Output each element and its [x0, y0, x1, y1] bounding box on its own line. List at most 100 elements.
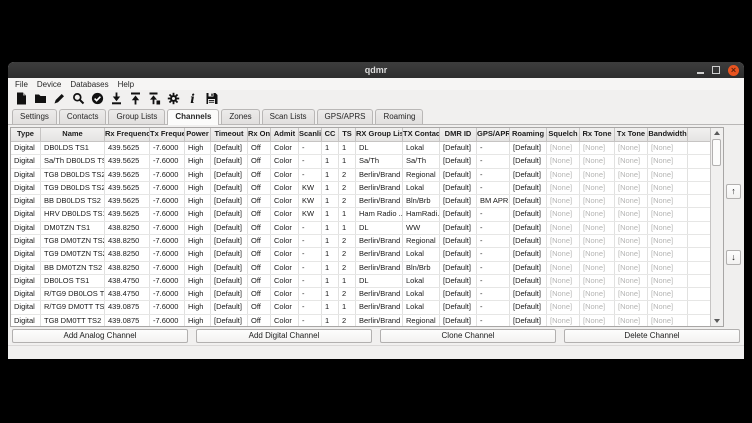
cell-roaming[interactable]: [Default]	[510, 262, 547, 274]
cell-scanlist[interactable]: KW	[299, 208, 322, 220]
cell-rx-tone[interactable]: [None]	[580, 142, 615, 154]
cell-gps-aprs[interactable]: -	[477, 275, 510, 287]
cell-timeout[interactable]: [Default]	[211, 182, 248, 194]
cell-rx-tone[interactable]: [None]	[580, 262, 615, 274]
cell-tx-contact[interactable]: WW	[403, 222, 440, 234]
cell-tx-contact[interactable]: Lokal	[403, 275, 440, 287]
cell-admit[interactable]: Color	[271, 275, 299, 287]
cell-bandwidth[interactable]: [None]	[648, 248, 688, 260]
cell-ts[interactable]: 2	[339, 315, 356, 327]
col-header-tx-contact[interactable]: TX Contact	[403, 128, 440, 141]
cell-rx-tone[interactable]: [None]	[580, 275, 615, 287]
cell-rx-only[interactable]: Off	[248, 248, 271, 260]
cell-name[interactable]: R/TG9 DB0LOS TS2	[41, 288, 105, 300]
cell-tx-contact[interactable]: Lokal	[403, 301, 440, 313]
cell-ts[interactable]: 2	[339, 195, 356, 207]
cell-bandwidth[interactable]: [None]	[648, 275, 688, 287]
cell-bandwidth[interactable]: [None]	[648, 288, 688, 300]
cell-admit[interactable]: Color	[271, 235, 299, 247]
table-row[interactable]: DigitalDB0LOS TS1438.4750-7.6000High[Def…	[11, 275, 711, 288]
cell-squelch[interactable]: [None]	[547, 155, 580, 167]
save-icon[interactable]	[204, 92, 218, 106]
cell-rx-group-list[interactable]: Berlin/Brand	[356, 301, 403, 313]
cell-dmr-id[interactable]: [Default]	[440, 301, 477, 313]
about-icon[interactable]: i	[185, 92, 199, 106]
tab-gps-aprs[interactable]: GPS/APRS	[317, 109, 374, 124]
cell-roaming[interactable]: [Default]	[510, 288, 547, 300]
cell-power[interactable]: High	[185, 248, 211, 260]
cell-gps-aprs[interactable]: -	[477, 235, 510, 247]
cell-dmr-id[interactable]: [Default]	[440, 235, 477, 247]
cell-rx-group-list[interactable]: Berlin/Brand	[356, 169, 403, 181]
cell-type[interactable]: Digital	[11, 275, 41, 287]
write-device-icon[interactable]	[128, 92, 142, 106]
cell-bandwidth[interactable]: [None]	[648, 182, 688, 194]
cell-rx-only[interactable]: Off	[248, 169, 271, 181]
close-icon[interactable]: ×	[728, 65, 739, 76]
col-header-rx-only[interactable]: Rx Only	[248, 128, 271, 141]
delete-channel-button[interactable]: Delete Channel	[564, 329, 740, 343]
cell-cc[interactable]: 1	[322, 275, 339, 287]
cell-power[interactable]: High	[185, 208, 211, 220]
cell-roaming[interactable]: [Default]	[510, 195, 547, 207]
clone-channel-button[interactable]: Clone Channel	[380, 329, 556, 343]
cell-bandwidth[interactable]: [None]	[648, 169, 688, 181]
menu-device[interactable]: Device	[37, 80, 67, 89]
cell-gps-aprs[interactable]: -	[477, 315, 510, 327]
cell-rx-frequency[interactable]: 439.5625	[105, 142, 150, 154]
cell-cc[interactable]: 1	[322, 222, 339, 234]
cell-roaming[interactable]: [Default]	[510, 155, 547, 167]
cell-name[interactable]: DB0LOS TS1	[41, 275, 105, 287]
cell-scanlist[interactable]: -	[299, 275, 322, 287]
cell-ts[interactable]: 2	[339, 288, 356, 300]
cell-dmr-id[interactable]: [Default]	[440, 248, 477, 260]
cell-rx-frequency[interactable]: 439.0875	[105, 315, 150, 327]
cell-rx-group-list[interactable]: DL	[356, 222, 403, 234]
cell-rx-only[interactable]: Off	[248, 222, 271, 234]
cell-scanlist[interactable]: -	[299, 235, 322, 247]
cell-tx-tone[interactable]: [None]	[615, 169, 648, 181]
tab-channels[interactable]: Channels	[167, 109, 219, 125]
table-row[interactable]: DigitalHRV DB0LDS TS1439.5625-7.6000High…	[11, 208, 711, 221]
cell-name[interactable]: HRV DB0LDS TS1	[41, 208, 105, 220]
cell-rx-only[interactable]: Off	[248, 195, 271, 207]
cell-scanlist[interactable]: -	[299, 288, 322, 300]
cell-cc[interactable]: 1	[322, 315, 339, 327]
cell-scanlist[interactable]: -	[299, 222, 322, 234]
cell-gps-aprs[interactable]: -	[477, 155, 510, 167]
cell-type[interactable]: Digital	[11, 262, 41, 274]
cell-rx-group-list[interactable]: DL	[356, 142, 403, 154]
cell-bandwidth[interactable]: [None]	[648, 222, 688, 234]
cell-power[interactable]: High	[185, 262, 211, 274]
cell-gps-aprs[interactable]: -	[477, 262, 510, 274]
cell-tx-tone[interactable]: [None]	[615, 222, 648, 234]
cell-tx-frequency[interactable]: -7.6000	[150, 169, 185, 181]
cell-gps-aprs[interactable]: -	[477, 142, 510, 154]
cell-tx-frequency[interactable]: -7.6000	[150, 222, 185, 234]
cell-rx-group-list[interactable]: Berlin/Brand	[356, 235, 403, 247]
col-header-tx-frequency[interactable]: Tx Frequency	[150, 128, 185, 141]
cell-rx-frequency[interactable]: 438.8250	[105, 262, 150, 274]
cell-name[interactable]: R/TG9 DM0TT TS1	[41, 301, 105, 313]
col-header-rx-group-list[interactable]: RX Group List	[356, 128, 403, 141]
cell-rx-group-list[interactable]: Berlin/Brand	[356, 288, 403, 300]
cell-rx-tone[interactable]: [None]	[580, 288, 615, 300]
cell-dmr-id[interactable]: [Default]	[440, 315, 477, 327]
table-row[interactable]: DigitalDB0LDS TS1439.5625-7.6000High[Def…	[11, 142, 711, 155]
cell-roaming[interactable]: [Default]	[510, 301, 547, 313]
cell-rx-frequency[interactable]: 439.5625	[105, 208, 150, 220]
edit-icon[interactable]	[52, 92, 66, 106]
add-digital-channel-button[interactable]: Add Digital Channel	[196, 329, 372, 343]
cell-type[interactable]: Digital	[11, 195, 41, 207]
cell-rx-group-list[interactable]: Berlin/Brand	[356, 195, 403, 207]
cell-cc[interactable]: 1	[322, 262, 339, 274]
cell-type[interactable]: Digital	[11, 155, 41, 167]
cell-squelch[interactable]: [None]	[547, 288, 580, 300]
col-header-admit[interactable]: Admit	[271, 128, 299, 141]
cell-tx-contact[interactable]: Lokal	[403, 142, 440, 154]
cell-squelch[interactable]: [None]	[547, 301, 580, 313]
scrollbar-handle[interactable]	[712, 139, 721, 166]
cell-dmr-id[interactable]: [Default]	[440, 222, 477, 234]
cell-rx-only[interactable]: Off	[248, 208, 271, 220]
cell-admit[interactable]: Color	[271, 182, 299, 194]
